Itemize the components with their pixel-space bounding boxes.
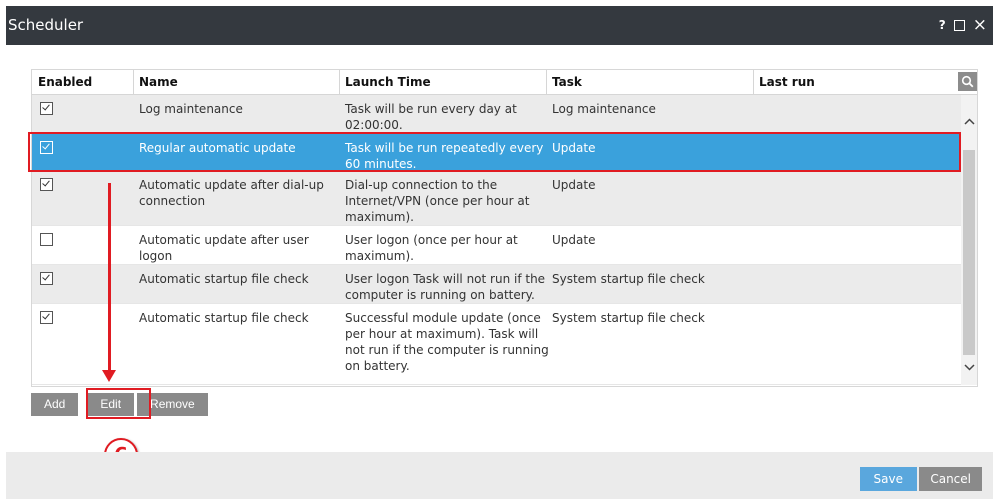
remove-button[interactable]: Remove [137, 393, 208, 416]
enabled-checkbox-cell [40, 272, 53, 285]
table-row[interactable]: Automatic update after dial-up connectio… [32, 171, 961, 226]
column-header-name[interactable]: Name [139, 75, 178, 89]
column-divider[interactable] [753, 70, 754, 94]
add-button[interactable]: Add [31, 393, 79, 416]
table-row[interactable]: Log maintenance Task will be run every d… [32, 95, 961, 134]
table-row[interactable]: Regular automatic update Task will be ru… [32, 134, 961, 171]
column-header-last-run[interactable]: Last run [759, 75, 815, 89]
column-header-task[interactable]: Task [552, 75, 582, 89]
task-type: Log maintenance [552, 102, 656, 116]
search-icon [961, 75, 974, 88]
scroll-up-icon[interactable] [961, 112, 977, 130]
enabled-checkbox-cell [40, 141, 53, 154]
window-controls: ? × [939, 16, 987, 33]
maximize-icon[interactable] [953, 19, 965, 31]
scroll-down-icon[interactable] [961, 358, 977, 376]
action-buttons: Add Edit Remove [31, 393, 208, 416]
enabled-checkbox[interactable] [40, 141, 53, 154]
column-header-launch-time[interactable]: Launch Time [345, 75, 431, 89]
table-row[interactable]: Automatic startup file check User logon … [32, 265, 961, 304]
column-divider[interactable] [133, 70, 134, 94]
task-name: Automatic startup file check [139, 272, 309, 286]
task-launch-time: Dial-up connection to the Internet/VPN (… [345, 178, 530, 224]
task-launch-time: Successful module update (once per hour … [345, 311, 549, 373]
annotation-arrow [108, 183, 111, 373]
enabled-checkbox[interactable] [40, 233, 53, 246]
task-type: System startup file check [552, 272, 705, 286]
cancel-button[interactable]: Cancel [919, 467, 982, 491]
annotation-arrow-head [102, 370, 116, 382]
task-name: Automatic update after user logon [139, 233, 309, 263]
enabled-checkbox-cell [40, 233, 53, 246]
close-icon[interactable]: × [973, 16, 987, 33]
task-launch-time: Task will be run repeatedly every 60 min… [345, 141, 544, 171]
table-row[interactable]: Automatic update after user logon User l… [32, 226, 961, 265]
task-launch-time: User logon Task will not run if the comp… [345, 272, 546, 302]
enabled-checkbox[interactable] [40, 311, 53, 324]
dialog-footer: Save Cancel [6, 452, 993, 499]
enabled-checkbox[interactable] [40, 102, 53, 115]
enabled-checkbox-cell [40, 178, 53, 191]
enabled-checkbox[interactable] [40, 178, 53, 191]
task-name: Log maintenance [139, 102, 243, 116]
edit-button[interactable]: Edit [87, 393, 135, 416]
task-type: Update [552, 233, 596, 247]
task-launch-time: Task will be run every day at 02:00:00. [345, 102, 517, 132]
window-title: Scheduler [8, 16, 84, 34]
task-type: Update [552, 178, 596, 192]
task-name: Automatic update after dial-up connectio… [139, 178, 324, 208]
search-button[interactable] [958, 72, 977, 91]
column-divider[interactable] [546, 70, 547, 94]
scrollbar-thumb[interactable] [963, 150, 975, 355]
table-header: Enabled Name Launch Time Task Last run [32, 70, 977, 95]
task-name: Regular automatic update [139, 141, 296, 155]
table-row[interactable]: Automatic startup file check Successful … [32, 304, 961, 385]
task-launch-time: User logon (once per hour at maximum). [345, 233, 518, 263]
column-divider[interactable] [339, 70, 340, 94]
scheduler-table: Enabled Name Launch Time Task Last run L… [31, 69, 978, 387]
enabled-checkbox-cell [40, 102, 53, 115]
help-button[interactable]: ? [939, 18, 946, 32]
vertical-scrollbar[interactable] [961, 95, 977, 385]
task-type: Update [552, 141, 596, 155]
enabled-checkbox[interactable] [40, 272, 53, 285]
enabled-checkbox-cell [40, 311, 53, 324]
task-type: System startup file check [552, 311, 705, 325]
window-titlebar: Scheduler ? × [6, 6, 993, 45]
task-name: Automatic startup file check [139, 311, 309, 325]
save-button[interactable]: Save [859, 467, 917, 491]
column-header-enabled[interactable]: Enabled [38, 75, 92, 89]
